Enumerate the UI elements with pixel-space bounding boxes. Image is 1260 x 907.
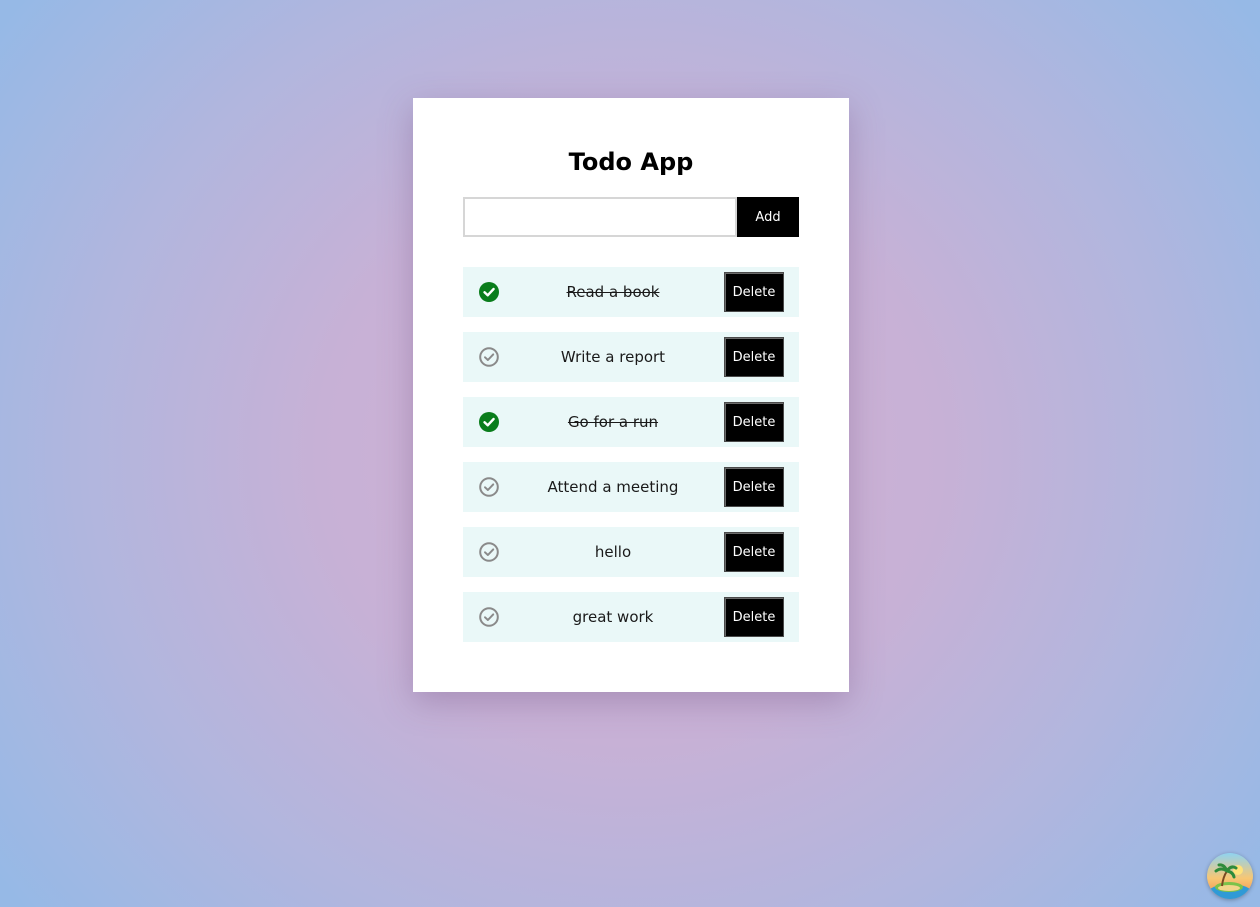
beach-island-icon[interactable] [1207,853,1253,899]
todo-list: Read a book Delete Write a report Delete… [463,267,799,657]
todo-item: Write a report Delete [463,332,799,382]
check-circle-filled-icon[interactable] [479,282,499,302]
app-title: Todo App [568,148,694,176]
check-circle-outline-icon[interactable] [479,607,499,627]
todo-item: Go for a run Delete [463,397,799,447]
check-circle-outline-icon[interactable] [479,542,499,562]
todo-item: hello Delete [463,527,799,577]
todo-text[interactable]: great work [503,592,723,642]
delete-button[interactable]: Delete [724,532,784,572]
todo-text[interactable]: Write a report [503,332,723,382]
todo-input[interactable] [463,197,737,237]
todo-text[interactable]: Read a book [503,267,723,317]
todo-text[interactable]: Attend a meeting [503,462,723,512]
todo-item: great work Delete [463,592,799,642]
todo-item: Attend a meeting Delete [463,462,799,512]
delete-button[interactable]: Delete [724,272,784,312]
todo-text[interactable]: hello [503,527,723,577]
todo-text[interactable]: Go for a run [503,397,723,447]
delete-button[interactable]: Delete [724,597,784,637]
delete-button[interactable]: Delete [724,402,784,442]
add-todo-form: Add [463,197,799,237]
todo-item: Read a book Delete [463,267,799,317]
delete-button[interactable]: Delete [724,337,784,377]
check-circle-outline-icon[interactable] [479,477,499,497]
check-circle-filled-icon[interactable] [479,412,499,432]
add-button[interactable]: Add [737,197,799,237]
todo-card: Todo App Add Read a book Delete Write a … [413,98,849,692]
check-circle-outline-icon[interactable] [479,347,499,367]
delete-button[interactable]: Delete [724,467,784,507]
